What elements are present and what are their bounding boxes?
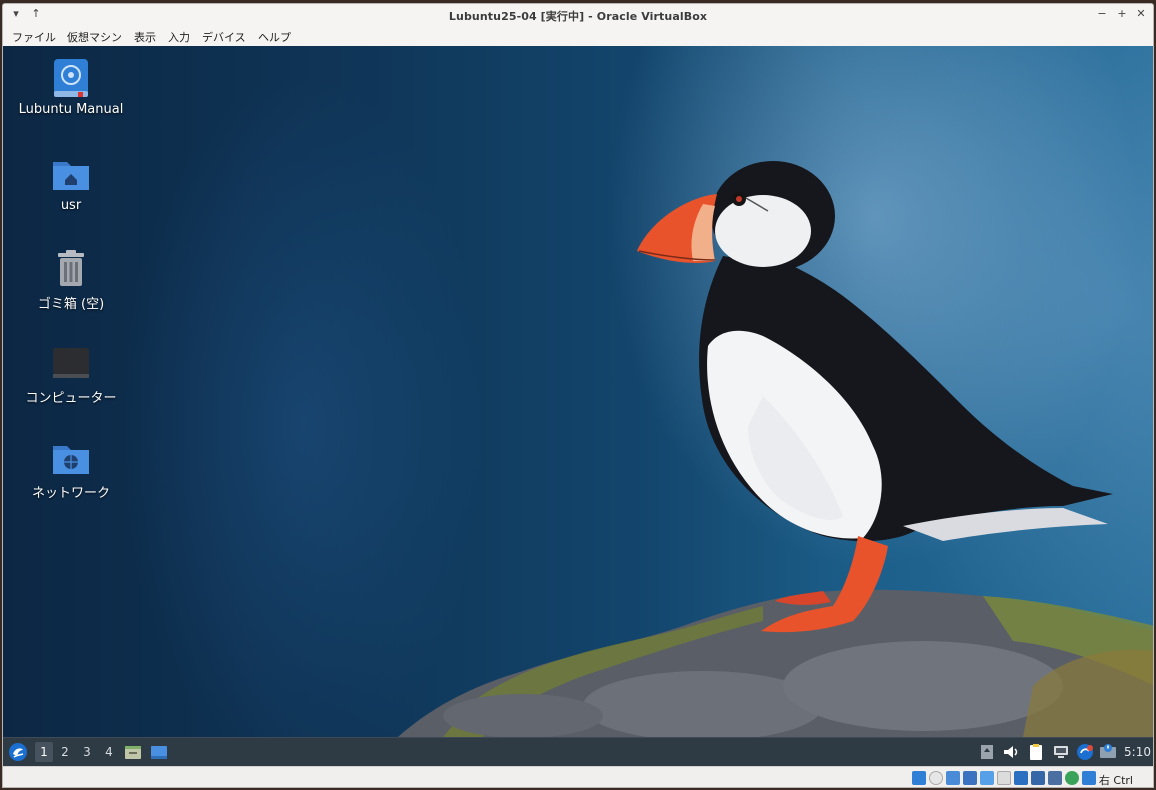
minimize-button[interactable]: − [1095,7,1109,21]
desktop-icon-label: コンピューター [25,391,117,406]
workspace-4[interactable]: 4 [100,745,118,759]
desktop-icon-label: Lubuntu Manual [18,102,124,117]
update-icon[interactable] [1076,743,1094,761]
panel-clock[interactable]: 5:10 [1124,745,1151,759]
menu-view[interactable]: 表示 [134,29,156,45]
desktop-icon-label: ゴミ箱 (空) [37,297,105,312]
mouse-icon[interactable] [1082,771,1096,785]
cpu-icon[interactable] [1048,771,1062,785]
notification-icon[interactable] [1099,743,1117,761]
network-icon[interactable] [1052,743,1070,761]
virtualbox-window: ▾ ↑ Lubuntu25-04 [実行中] - Oracle VirtualB… [2,3,1154,788]
audio-icon[interactable] [946,771,960,785]
optical-icon[interactable] [929,771,943,785]
volume-icon[interactable] [1002,743,1020,761]
computer-icon [53,348,89,378]
usb-icon[interactable] [980,771,994,785]
vm-statusbar: 右 Ctrl [3,766,1153,787]
desktop-icon-computer[interactable]: コンピューター [16,343,126,406]
desktop-icon-usr[interactable]: usr [16,154,126,213]
menu-input[interactable]: 入力 [168,29,190,45]
wallpaper-puffin [398,161,1153,737]
trash-icon [58,250,84,286]
workspace-1[interactable]: 1 [35,742,53,762]
home-folder-icon [53,162,89,190]
lubuntu-menu-icon[interactable] [8,742,28,762]
manual-book-icon [54,59,88,97]
menubar: ファイル 仮想マシン 表示 入力 デバイス ヘルプ [3,26,1153,47]
arrow-icon[interactable] [1065,771,1079,785]
guest-desktop[interactable]: Lubuntu Manual usr ゴミ箱 (空) コンピューター ネットワー… [3,46,1153,737]
network-folder-icon [53,446,89,474]
menu-devices[interactable]: デバイス [202,29,246,45]
desktop-icon-trash[interactable]: ゴミ箱 (空) [16,249,126,312]
workspace-3[interactable]: 3 [78,745,96,759]
guest-taskbar: 1 2 3 4 5:10 [3,737,1153,766]
host-key-label: 右 Ctrl [1098,774,1133,787]
window-title: Lubuntu25-04 [実行中] - Oracle VirtualBox [448,10,708,23]
clipboard-icon[interactable] [1027,743,1045,761]
menu-machine[interactable]: 仮想マシン [67,29,122,45]
close-button[interactable]: ✕ [1134,7,1148,21]
battery-icon[interactable] [978,743,996,761]
desktop-icon-label: ネットワーク [31,486,110,501]
desktop-icon-lubuntu-manual[interactable]: Lubuntu Manual [16,58,126,117]
recording-icon[interactable] [1031,771,1045,785]
menu-help[interactable]: ヘルプ [258,29,291,45]
shared-folder-icon[interactable] [997,771,1011,785]
maximize-button[interactable]: + [1115,7,1129,21]
display-icon[interactable] [1014,771,1028,785]
window-titlebar[interactable]: ▾ ↑ Lubuntu25-04 [実行中] - Oracle VirtualB… [3,4,1153,27]
menu-file[interactable]: ファイル [12,29,56,45]
workspace-2[interactable]: 2 [56,745,74,759]
hdd-icon[interactable] [912,771,926,785]
network-adapter-icon[interactable] [963,771,977,785]
desktop-icon-label: usr [60,198,82,213]
file-manager-launcher-icon[interactable] [124,743,142,761]
show-desktop-icon[interactable] [150,743,168,761]
desktop-icon-network[interactable]: ネットワーク [16,438,126,501]
